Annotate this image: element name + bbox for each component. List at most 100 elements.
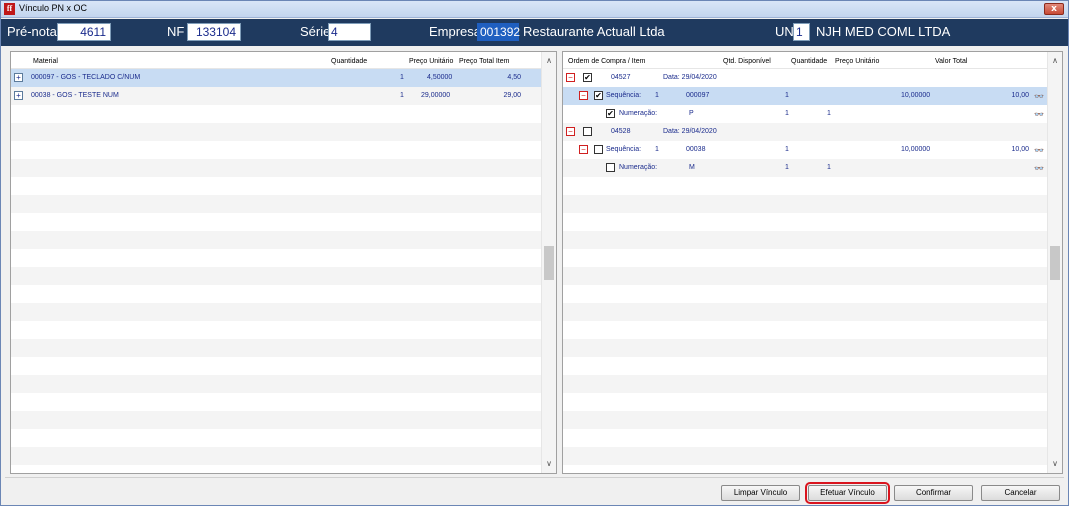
empty-row: [11, 447, 541, 465]
purchase-order-grid-header: Ordem de Compra / Item Qtd. Disponível Q…: [563, 52, 1062, 69]
col-preco-unitario[interactable]: Preço Unitário: [835, 58, 879, 65]
numbering-checkbox[interactable]: [606, 163, 615, 172]
col-qtd-disponivel[interactable]: Qtd. Disponível: [723, 58, 771, 65]
confirmar-button[interactable]: Confirmar: [894, 485, 973, 501]
un-field[interactable]: 1: [793, 23, 810, 41]
numbering-row[interactable]: ✔ Numeração: P 1 1 👓: [563, 105, 1047, 123]
serie-label: Série: [300, 24, 331, 39]
prenota-field[interactable]: 4611: [57, 23, 111, 41]
empty-row: [563, 411, 1047, 429]
empty-row: [11, 267, 541, 285]
scroll-thumb[interactable]: [1050, 246, 1060, 280]
order-row[interactable]: − ✔ 04527 Data: 29/04/2020: [563, 69, 1047, 87]
col-valor-total[interactable]: Valor Total: [935, 58, 967, 65]
empty-row: [11, 465, 541, 473]
empty-row: [563, 267, 1047, 285]
col-quantidade[interactable]: Quantidade: [791, 58, 827, 65]
sequence-checkbox[interactable]: ✔: [594, 91, 603, 100]
limpar-vinculo-button[interactable]: Limpar Vínculo: [721, 485, 800, 501]
sequence-label: Sequência:: [606, 146, 642, 153]
numbering-value: P: [689, 110, 694, 117]
material-grid[interactable]: Material Quantidade Preço Unitário Preço…: [10, 51, 557, 474]
empty-row: [11, 285, 541, 303]
document-header: Pré-nota 4611 NF 133104 Série 4 Empresa …: [1, 19, 1068, 46]
empty-row: [11, 429, 541, 447]
material-preco-unitario: 4,50000: [427, 74, 453, 81]
prenota-label: Pré-nota: [7, 24, 57, 39]
empty-row: [11, 249, 541, 267]
qtd-disponivel: 1: [785, 146, 789, 153]
empty-row: [11, 231, 541, 249]
view-details-icon[interactable]: 👓: [1034, 92, 1044, 101]
material-preco-unitario: 29,00000: [421, 92, 451, 99]
numbering-qtd-disponivel: 1: [785, 110, 789, 117]
collapse-icon[interactable]: −: [566, 73, 575, 82]
empty-row: [11, 195, 541, 213]
table-row[interactable]: + 000097 - GOS - TECLADO C/NUM 1 4,50000…: [11, 69, 541, 87]
empty-row: [11, 375, 541, 393]
footer-separator: [5, 477, 1064, 478]
nf-field[interactable]: 133104: [187, 23, 241, 41]
collapse-icon[interactable]: −: [579, 145, 588, 154]
close-button[interactable]: x: [1044, 3, 1064, 15]
cancelar-button[interactable]: Cancelar: [981, 485, 1060, 501]
order-date: Data: 29/04/2020: [663, 74, 717, 81]
numbering-checkbox[interactable]: ✔: [606, 109, 615, 118]
nf-label: NF: [167, 24, 185, 39]
col-preco-unitario[interactable]: Preço Unitário: [409, 58, 453, 65]
col-material[interactable]: Material: [33, 58, 58, 65]
sequence-number: 1: [655, 146, 659, 153]
empty-row: [11, 105, 541, 123]
scroll-up-icon[interactable]: ∧: [542, 54, 556, 68]
purchase-order-grid[interactable]: Ordem de Compra / Item Qtd. Disponível Q…: [562, 51, 1063, 474]
empty-row: [11, 141, 541, 159]
numbering-quantidade: 1: [827, 164, 831, 171]
sequence-checkbox[interactable]: [594, 145, 603, 154]
order-checkbox[interactable]: ✔: [583, 73, 592, 82]
material-preco-total: 4,50: [507, 74, 521, 81]
sequence-number: 1: [655, 92, 659, 99]
collapse-icon[interactable]: −: [566, 127, 575, 136]
material-quantidade: 1: [400, 92, 404, 99]
sequence-row[interactable]: − Sequência: 1 00038 1 10,00000 10,00 👓: [563, 141, 1047, 159]
col-preco-total[interactable]: Preço Total Item: [459, 58, 509, 65]
view-details-icon[interactable]: 👓: [1034, 164, 1044, 173]
sequence-row[interactable]: − ✔ Sequência: 1 000097 1 10,00000 10,00…: [563, 87, 1047, 105]
scroll-down-icon[interactable]: ∨: [542, 457, 556, 471]
empty-row: [11, 303, 541, 321]
vertical-scrollbar[interactable]: ∧ ∨: [1047, 52, 1062, 473]
material-grid-header: Material Quantidade Preço Unitário Preço…: [11, 52, 556, 69]
empty-row: [563, 231, 1047, 249]
empty-row: [11, 393, 541, 411]
un-name: NJH MED COML LTDA: [816, 24, 951, 39]
scroll-up-icon[interactable]: ∧: [1048, 54, 1062, 68]
table-row[interactable]: + 00038 - GOS - TESTE NUM 1 29,00000 29,…: [11, 87, 541, 105]
numbering-row[interactable]: Numeração: M 1 1 👓: [563, 159, 1047, 177]
view-details-icon[interactable]: 👓: [1034, 146, 1044, 155]
expand-icon[interactable]: +: [14, 73, 23, 82]
empty-row: [11, 177, 541, 195]
collapse-icon[interactable]: −: [579, 91, 588, 100]
numbering-value: M: [689, 164, 695, 171]
view-details-icon[interactable]: 👓: [1034, 110, 1044, 119]
serie-field[interactable]: 4: [328, 23, 371, 41]
order-row[interactable]: − 04528 Data: 29/04/2020: [563, 123, 1047, 141]
expand-icon[interactable]: +: [14, 91, 23, 100]
numbering-qtd-disponivel: 1: [785, 164, 789, 171]
un-label: UN: [775, 24, 794, 39]
empresa-code-field[interactable]: 001392: [477, 23, 520, 41]
scroll-down-icon[interactable]: ∨: [1048, 457, 1062, 471]
numbering-quantidade: 1: [827, 110, 831, 117]
valor-total: 10,00: [1011, 146, 1029, 153]
order-checkbox[interactable]: [583, 127, 592, 136]
material-rows: + 000097 - GOS - TECLADO C/NUM 1 4,50000…: [11, 69, 541, 473]
col-quantidade[interactable]: Quantidade: [331, 58, 367, 65]
empty-row: [11, 339, 541, 357]
efetuar-vinculo-button[interactable]: Efetuar Vínculo: [805, 482, 890, 504]
scroll-thumb[interactable]: [544, 246, 554, 280]
empty-row: [563, 429, 1047, 447]
vertical-scrollbar[interactable]: ∧ ∨: [541, 52, 556, 473]
preco-unitario: 10,00000: [901, 146, 931, 153]
col-ordem[interactable]: Ordem de Compra / Item: [568, 58, 645, 65]
empresa-name: Restaurante Actuall Ltda: [523, 24, 665, 39]
